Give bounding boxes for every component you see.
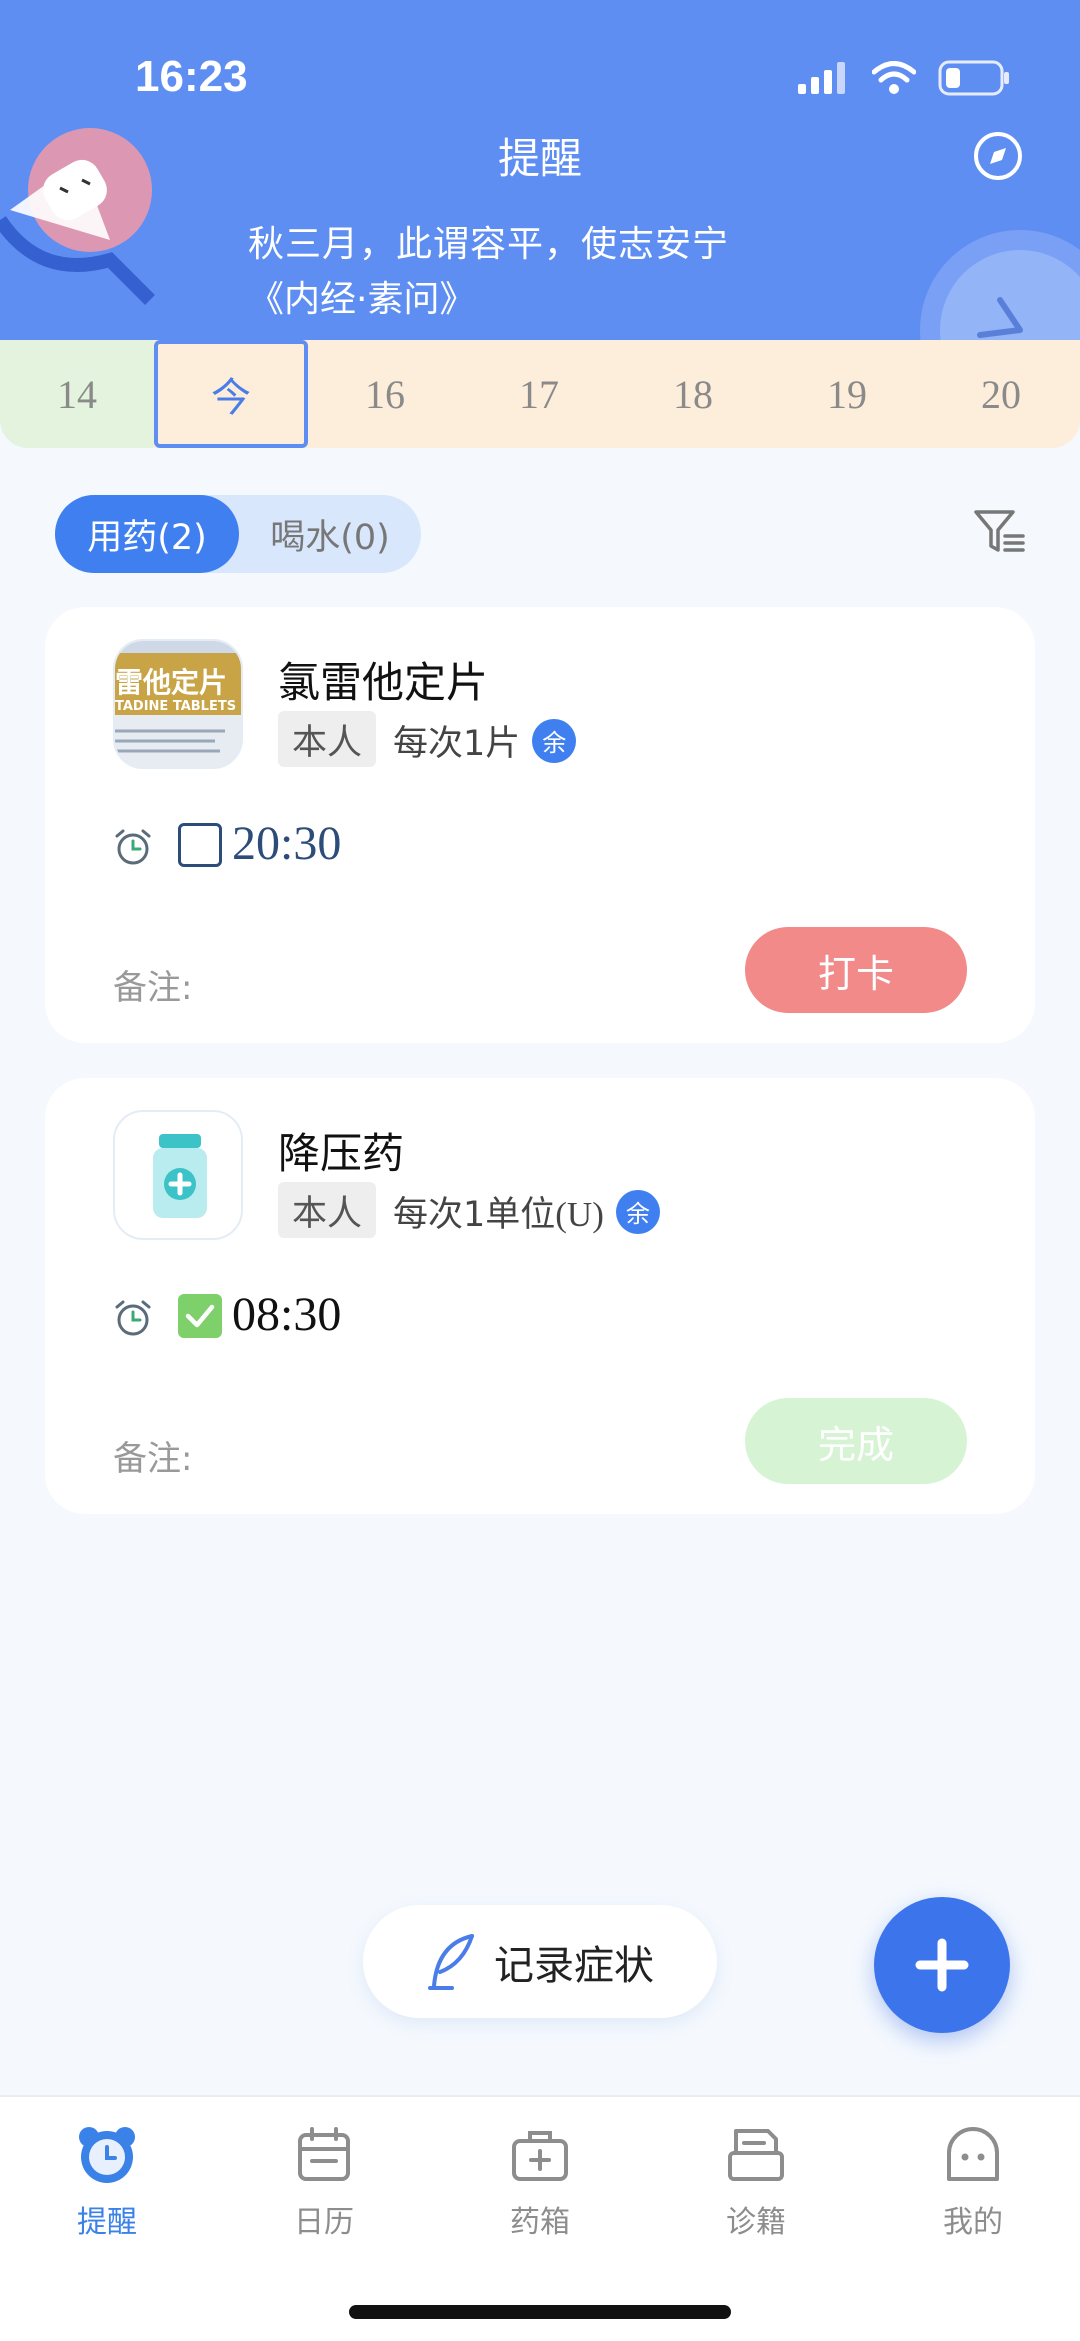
nav-item-medicine-box[interactable]: 药箱 xyxy=(465,2123,615,2241)
records-icon xyxy=(728,2129,784,2181)
nav-label: 日历 xyxy=(294,2205,354,2240)
tab-medicine[interactable]: 用药(2) xyxy=(55,495,239,573)
record-symptoms-label: 记录症状 xyxy=(494,1942,654,1989)
dose-text: 每次1片 xyxy=(393,724,521,764)
medicine-card[interactable]: 降压药 本人 每次1单位(U) 余 08:30 备注: 完成 xyxy=(45,1078,1035,1514)
day-item-today[interactable]: 今 xyxy=(154,340,308,448)
status-icons xyxy=(798,60,1010,96)
medicine-photo-label: 雷他定片 xyxy=(115,666,228,699)
medicine-photo: 雷他定片 TADINE TABLETS xyxy=(113,639,243,769)
note-label: 备注: xyxy=(113,1439,193,1479)
medicine-card[interactable]: 雷他定片 TADINE TABLETS 氯雷他定片 本人 每次1片 余 20:3… xyxy=(45,607,1035,1043)
filter-icon[interactable] xyxy=(973,508,1025,556)
compass-icon[interactable] xyxy=(972,130,1024,182)
tab-water[interactable]: 喝水(0) xyxy=(239,495,421,573)
category-tabs: 用药(2) 喝水(0) xyxy=(55,495,421,573)
day-item[interactable]: 14 xyxy=(0,340,154,448)
taken-checkbox[interactable] xyxy=(178,823,222,867)
dose-info: 每次1单位(U) 余 xyxy=(393,1186,660,1237)
nav-item-reminder[interactable]: 提醒 xyxy=(32,2123,182,2241)
day-item[interactable]: 18 xyxy=(616,340,770,448)
medicine-bottle-icon xyxy=(113,1110,243,1240)
nav-item-records[interactable]: 诊籍 xyxy=(681,2123,831,2241)
add-reminder-button[interactable] xyxy=(874,1897,1010,2033)
signal-icon xyxy=(798,62,845,94)
person-tag: 本人 xyxy=(278,711,377,767)
quote-source: 《内经·素问》 xyxy=(248,279,476,320)
nav-label: 药箱 xyxy=(510,2205,570,2240)
reminder-time: 08:30 xyxy=(232,1288,342,1341)
day-item[interactable]: 20 xyxy=(924,340,1078,448)
nav-label: 我的 xyxy=(943,2205,1003,2240)
feather-pen-icon xyxy=(428,1933,474,1990)
reminder-time: 20:30 xyxy=(232,817,342,870)
dose-info: 每次1片 余 xyxy=(393,715,577,766)
plus-icon xyxy=(915,1938,969,1992)
medicine-box-icon xyxy=(512,2131,568,2181)
home-indicator[interactable] xyxy=(349,2305,731,2319)
quote-text: 秋三月，此谓容平，使志安宁 xyxy=(248,224,730,265)
dose-text: 每次1单位(U) xyxy=(393,1195,604,1235)
status-time: 16:23 xyxy=(135,52,248,101)
nav-label: 提醒 xyxy=(77,2205,137,2240)
alarm-clock-icon xyxy=(115,1300,151,1336)
profile-icon xyxy=(947,2127,999,2181)
day-item[interactable]: 16 xyxy=(308,340,462,448)
check-in-button[interactable]: 打卡 xyxy=(745,927,967,1013)
day-selector: 14 今 16 17 18 19 20 xyxy=(0,340,1080,448)
battery-icon xyxy=(938,60,1009,96)
day-item[interactable]: 19 xyxy=(770,340,924,448)
medicine-name: 氯雷他定片 xyxy=(278,658,489,707)
header: 16:23 提醒 秋三月，此谓容平，使志安宁 《内经·素问》 xyxy=(0,0,1080,340)
alarm-clock-icon xyxy=(79,2127,135,2183)
wifi-icon xyxy=(872,61,916,94)
person-tag: 本人 xyxy=(278,1182,377,1238)
medicine-photo-label: TADINE TABLETS xyxy=(115,699,237,714)
page-title: 提醒 xyxy=(497,134,582,183)
medicine-name: 降压药 xyxy=(278,1129,405,1178)
remaining-badge[interactable]: 余 xyxy=(532,718,577,763)
clock-decoration-icon xyxy=(920,230,1080,340)
checkmark-icon xyxy=(185,1304,215,1328)
nav-item-calendar[interactable]: 日历 xyxy=(249,2123,399,2241)
done-button[interactable]: 完成 xyxy=(745,1398,967,1484)
alarm-clock-icon xyxy=(115,829,151,865)
record-symptoms-button[interactable]: 记录症状 xyxy=(363,1905,717,2018)
calendar-icon xyxy=(298,2127,350,2181)
remaining-badge[interactable]: 余 xyxy=(615,1189,660,1234)
taken-checkbox[interactable] xyxy=(178,1294,222,1338)
note-label: 备注: xyxy=(113,968,193,1008)
nav-label: 诊籍 xyxy=(726,2205,786,2240)
nav-item-profile[interactable]: 我的 xyxy=(898,2123,1048,2241)
day-item[interactable]: 17 xyxy=(462,340,616,448)
